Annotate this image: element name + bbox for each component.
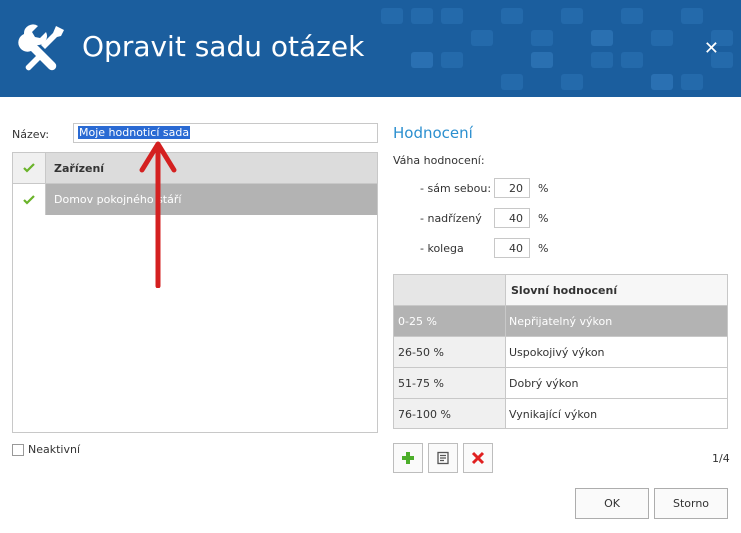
rating-text: Dobrý výkon — [506, 368, 727, 398]
delete-button[interactable] — [463, 443, 493, 473]
table-row[interactable]: Domov pokojného stáří — [13, 184, 377, 215]
checkbox-box[interactable] — [12, 443, 24, 456]
weight-unit: % — [538, 241, 549, 255]
table-row[interactable]: 26-50 % Uspokojivý výkon — [394, 337, 727, 368]
rating-text: Vynikající výkon — [506, 399, 727, 428]
table-row[interactable]: 76-100 % Vynikající výkon — [394, 399, 727, 428]
table-row[interactable]: 0-25 % Nepřijatelný výkon — [394, 306, 727, 337]
device-name: Domov pokojného stáří — [54, 193, 182, 206]
rating-range: 51-75 % — [394, 368, 506, 398]
wrench-screwdriver-icon — [18, 24, 64, 71]
weight-unit: % — [538, 181, 549, 195]
rating-text: Uspokojivý výkon — [506, 337, 727, 367]
rating-range: 0-25 % — [394, 306, 506, 336]
rating-grid-header: Slovní hodnocení — [394, 275, 727, 306]
close-icon[interactable]: ✕ — [704, 38, 719, 59]
ok-button[interactable]: OK — [575, 488, 649, 519]
rating-grid: Slovní hodnocení 0-25 % Nepřijatelný výk… — [393, 274, 728, 429]
weight-label: - kolega — [420, 241, 464, 255]
cancel-button[interactable]: Storno — [654, 488, 728, 519]
weight-label: - sám sebou: — [420, 181, 492, 195]
name-input[interactable]: Moje hodnoticí sada — [73, 123, 378, 143]
checkmark-icon — [23, 194, 35, 205]
checkmark-icon — [23, 163, 35, 173]
inactive-checkbox[interactable]: Neaktivní — [12, 443, 80, 456]
devices-column-header[interactable]: Zařízení — [46, 153, 377, 183]
add-button[interactable] — [393, 443, 423, 473]
row-checkbox[interactable] — [13, 184, 46, 215]
weight-self-row: - sám sebou: 20 % — [420, 178, 548, 198]
rating-text: Nepřijatelný výkon — [506, 306, 727, 336]
edit-button[interactable] — [428, 443, 458, 473]
devices-grid: Zařízení Domov pokojného stáří — [12, 152, 378, 433]
header-checkbox[interactable] — [13, 153, 46, 183]
name-label: Název: — [12, 128, 50, 141]
dialog-title: Opravit sadu otázek — [82, 30, 365, 63]
plus-icon — [402, 452, 414, 464]
header-pattern — [381, 8, 733, 90]
text-column-header[interactable]: Slovní hodnocení — [506, 275, 727, 305]
weight-label: - nadřízený — [420, 211, 482, 225]
weight-unit: % — [538, 211, 549, 225]
delete-icon — [471, 451, 485, 465]
rating-range: 26-50 % — [394, 337, 506, 367]
rating-range: 76-100 % — [394, 399, 506, 428]
inactive-label: Neaktivní — [28, 443, 81, 456]
rating-title: Hodnocení — [393, 124, 473, 142]
edit-document-icon — [437, 451, 449, 465]
devices-grid-header: Zařízení — [13, 153, 377, 184]
weights-label: Váha hodnocení: — [393, 154, 485, 167]
weight-self-input[interactable]: 20 — [494, 178, 530, 198]
weight-manager-input[interactable]: 40 — [494, 208, 530, 228]
weight-manager-row: - nadřízený 40 % — [420, 208, 548, 228]
dialog-header: Opravit sadu otázek ✕ — [0, 0, 741, 97]
pagination-indicator: 1/4 — [712, 452, 730, 465]
weight-colleague-input[interactable]: 40 — [494, 238, 530, 258]
weight-colleague-row: - kolega 40 % — [420, 238, 548, 258]
table-row[interactable]: 51-75 % Dobrý výkon — [394, 368, 727, 399]
range-column-header[interactable] — [394, 275, 506, 305]
annotation-arrow — [139, 141, 177, 288]
